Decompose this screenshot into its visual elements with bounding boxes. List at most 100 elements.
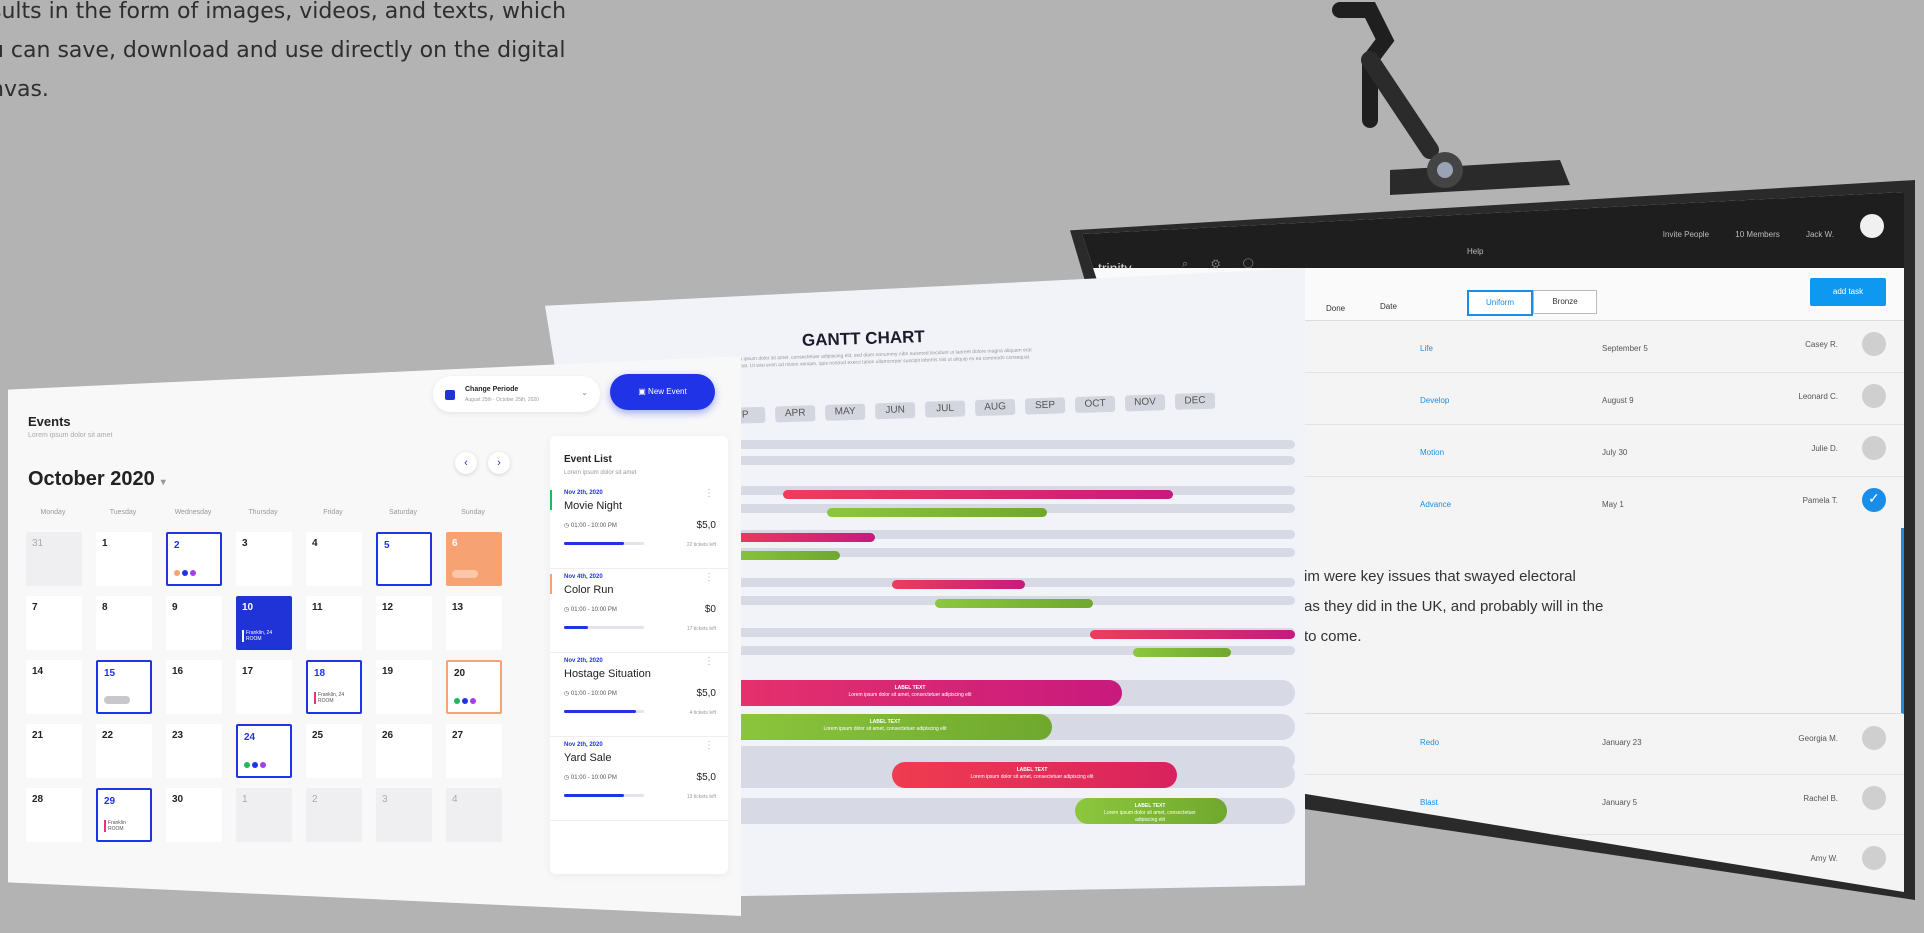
calendar-day[interactable]: 16 bbox=[166, 660, 222, 714]
gantt-bar[interactable]: LABEL TEXT Lorem ipsum dolor sit amet, co… bbox=[892, 762, 1177, 788]
invite-people-link[interactable]: Invite People bbox=[1663, 230, 1709, 239]
task-date: September 5 bbox=[1602, 344, 1648, 353]
next-month-button[interactable]: › bbox=[488, 452, 510, 474]
calendar-day[interactable]: 4 bbox=[446, 788, 502, 842]
gantt-bar[interactable] bbox=[935, 599, 1093, 608]
task-name[interactable]: Motion bbox=[1420, 448, 1444, 457]
gantt-bar[interactable] bbox=[892, 580, 1025, 589]
calendar-day[interactable]: 31 bbox=[26, 532, 82, 586]
calendar-day[interactable]: 4 bbox=[306, 532, 362, 586]
calendar-day[interactable]: 6 bbox=[446, 532, 502, 586]
day-event[interactable]: Franklin, 24 ROOM bbox=[314, 692, 344, 704]
calendar-day[interactable]: 3 bbox=[376, 788, 432, 842]
calendar-day[interactable]: 12 bbox=[376, 596, 432, 650]
day-event[interactable]: Franklin, 24 ROOM bbox=[242, 630, 272, 642]
calendar-day[interactable]: 13 bbox=[446, 596, 502, 650]
event-time: ◷ 01:00 - 10:00 PM bbox=[564, 691, 617, 697]
calendar-day[interactable]: 17 bbox=[236, 660, 292, 714]
gantt-bar[interactable] bbox=[827, 508, 1047, 517]
task-name[interactable]: Program bbox=[1420, 858, 1451, 867]
task-owner: Leonard C. bbox=[1798, 392, 1838, 401]
calendar-day[interactable]: 21 bbox=[26, 724, 82, 778]
gantt-bar[interactable] bbox=[783, 490, 1173, 499]
task-name[interactable]: Blast bbox=[1420, 798, 1438, 807]
calendar-day[interactable]: 1 bbox=[236, 788, 292, 842]
avatar[interactable] bbox=[1862, 786, 1886, 810]
calendar-day[interactable]: 22 bbox=[96, 724, 152, 778]
calendar-day[interactable]: 29 Franklin ROOM bbox=[96, 788, 152, 842]
intro-line-3: nvas. bbox=[0, 77, 49, 102]
avatar[interactable] bbox=[1862, 726, 1886, 750]
gantt-track bbox=[720, 440, 1295, 449]
more-options-icon[interactable]: ⋮ bbox=[704, 656, 714, 667]
prev-month-button[interactable]: ‹ bbox=[455, 452, 477, 474]
calendar-day[interactable]: 25 bbox=[306, 724, 362, 778]
calendar-day[interactable]: 14 bbox=[26, 660, 82, 714]
calendar-day[interactable]: 19 bbox=[376, 660, 432, 714]
calendar-day[interactable]: 3 bbox=[236, 532, 292, 586]
help-link[interactable]: Help bbox=[1467, 247, 1483, 256]
calendar-day[interactable]: 26 bbox=[376, 724, 432, 778]
event-name: Hostage Situation bbox=[564, 668, 651, 680]
more-options-icon[interactable]: ⋮ bbox=[704, 740, 714, 751]
detail-line-2: as they did in the UK, and probably will… bbox=[1304, 598, 1604, 615]
check-avatar-icon[interactable] bbox=[1862, 488, 1886, 512]
calendar-day[interactable]: 24 bbox=[236, 724, 292, 778]
calendar-day[interactable]: 20 bbox=[446, 660, 502, 714]
event-list-item[interactable]: Nov 2th, 2020 ⋮ Hostage Situation ◷ 01:0… bbox=[550, 652, 728, 737]
tickets-left: 17 tickets left bbox=[686, 626, 716, 632]
gantt-bar[interactable] bbox=[1133, 648, 1231, 657]
calendar-day[interactable]: 2 bbox=[306, 788, 362, 842]
add-task-button[interactable]: add task bbox=[1810, 278, 1886, 306]
avatar[interactable] bbox=[1862, 846, 1886, 870]
calendar-day[interactable]: 23 bbox=[166, 724, 222, 778]
segment-bronze[interactable]: Bronze bbox=[1533, 290, 1597, 314]
task-owner: Casey R. bbox=[1805, 340, 1838, 349]
calendar-day[interactable]: 15 bbox=[96, 660, 152, 714]
avatar[interactable] bbox=[1862, 436, 1886, 460]
calendar-day[interactable]: 8 bbox=[96, 596, 152, 650]
gantt-bar[interactable]: LABEL TEXT Lorem ipsum dolor sit amet, co… bbox=[720, 714, 1052, 740]
task-name[interactable]: Develop bbox=[1420, 396, 1449, 405]
calendar-day[interactable]: 10 Franklin, 24 ROOM bbox=[236, 596, 292, 650]
more-options-icon[interactable]: ⋮ bbox=[704, 572, 714, 583]
new-event-button[interactable]: ▣ New Event bbox=[610, 374, 715, 410]
gantt-bar[interactable] bbox=[720, 533, 875, 542]
segment-uniform[interactable]: Uniform bbox=[1467, 290, 1533, 316]
date-filter[interactable]: Date bbox=[1380, 302, 1397, 311]
month-label: OCT bbox=[1074, 395, 1116, 413]
more-options-icon[interactable]: ⋮ bbox=[704, 488, 714, 499]
calendar-day[interactable]: 18 Franklin, 24 ROOM bbox=[306, 660, 362, 714]
user-avatar[interactable] bbox=[1860, 214, 1884, 238]
gantt-bar[interactable]: LABEL TEXT Lorem ipsum dolor sit amet, co… bbox=[720, 680, 1122, 706]
event-list-item[interactable]: Nov 4th, 2020 ⋮ Color Run ◷ 01:00 - 10:0… bbox=[550, 568, 728, 653]
calendar-day[interactable]: 2 bbox=[166, 532, 222, 586]
day-event[interactable]: Franklin ROOM bbox=[104, 820, 126, 832]
calendar-day[interactable]: 5 bbox=[376, 532, 432, 586]
task-name[interactable]: Life bbox=[1420, 344, 1433, 353]
calendar-day[interactable]: 9 bbox=[166, 596, 222, 650]
month-label: NOV bbox=[1124, 394, 1166, 412]
calendar-day[interactable]: 27 bbox=[446, 724, 502, 778]
calendar-day[interactable]: 7 bbox=[26, 596, 82, 650]
event-list-item[interactable]: Nov 2th, 2020 ⋮ Movie Night ◷ 01:00 - 10… bbox=[550, 484, 728, 569]
done-filter[interactable]: Done bbox=[1326, 304, 1345, 313]
user-name[interactable]: Jack W. bbox=[1806, 230, 1834, 239]
change-period-dropdown[interactable]: Change Periode August 25th - October 25t… bbox=[433, 376, 600, 412]
event-list-item[interactable]: Nov 2th, 2020 ⋮ Yard Sale ◷ 01:00 - 10:0… bbox=[550, 736, 728, 821]
event-time: ◷ 01:00 - 10:00 PM bbox=[564, 523, 617, 529]
weekday-label: Tuesday bbox=[109, 509, 137, 516]
avatar[interactable] bbox=[1862, 384, 1886, 408]
event-price: $5,0 bbox=[696, 688, 716, 699]
avatar[interactable] bbox=[1862, 332, 1886, 356]
task-name[interactable]: Redo bbox=[1420, 738, 1439, 747]
gantt-bar[interactable]: LABEL TEXT Lorem ipsum dolor sit amet, co… bbox=[1075, 798, 1227, 824]
gantt-bar[interactable] bbox=[1090, 630, 1295, 639]
members-link[interactable]: 10 Members bbox=[1735, 230, 1779, 239]
calendar-day[interactable]: 11 bbox=[306, 596, 362, 650]
month-title[interactable]: October 2020 ▾ bbox=[28, 468, 166, 491]
task-name[interactable]: Advance bbox=[1420, 500, 1451, 509]
calendar-day[interactable]: 30 bbox=[166, 788, 222, 842]
calendar-day[interactable]: 28 bbox=[26, 788, 82, 842]
calendar-day[interactable]: 1 bbox=[96, 532, 152, 586]
